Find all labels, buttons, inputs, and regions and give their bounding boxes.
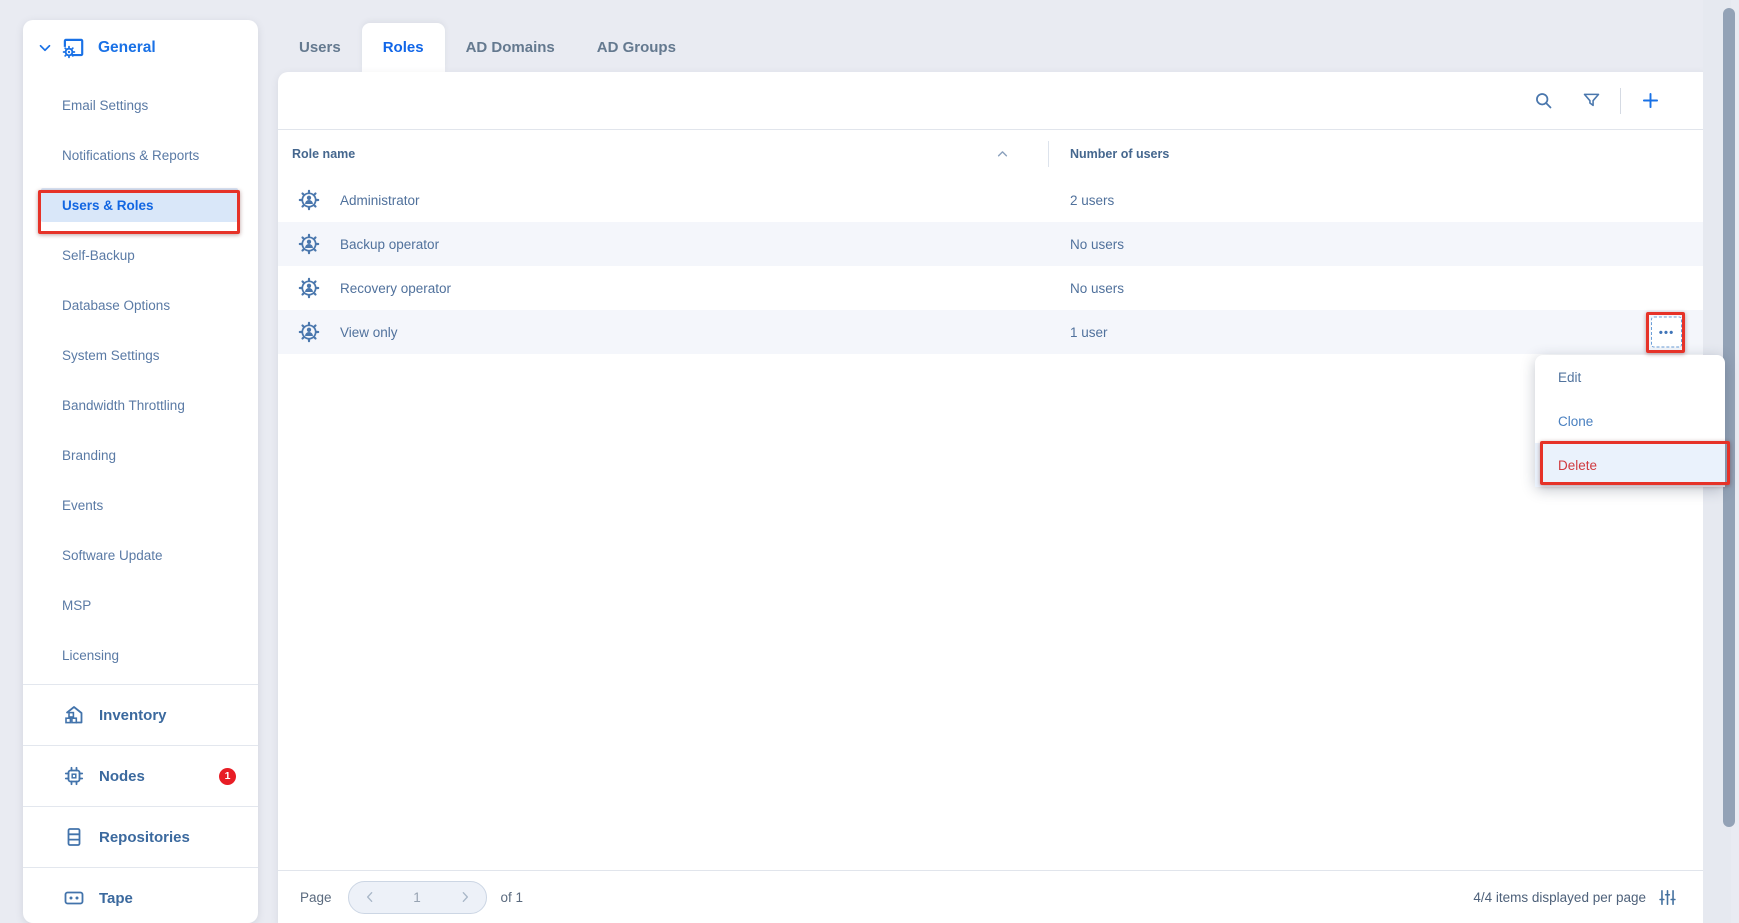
general-gear-window-icon bbox=[60, 35, 86, 61]
sidebar-item-software-update[interactable]: Software Update bbox=[23, 530, 258, 580]
sidebar-item-bandwidth-throttling[interactable]: Bandwidth Throttling bbox=[23, 380, 258, 430]
sort-ascending-icon[interactable] bbox=[994, 146, 1011, 163]
menu-item-delete[interactable]: Delete bbox=[1535, 443, 1725, 487]
sidebar-general-items: Email Settings Notifications & Reports U… bbox=[23, 66, 258, 680]
items-per-page-button[interactable] bbox=[1652, 882, 1682, 912]
menu-item-edit[interactable]: Edit bbox=[1535, 355, 1725, 399]
sidebar-item-system-settings[interactable]: System Settings bbox=[23, 330, 258, 380]
table-row-view-only[interactable]: View only 1 user ••• bbox=[278, 310, 1712, 354]
row-actions-context-menu: Edit Clone Delete bbox=[1535, 355, 1725, 487]
tab-roles[interactable]: Roles bbox=[362, 23, 445, 72]
sidebar-section-inventory[interactable]: Inventory bbox=[23, 684, 258, 745]
sidebar-item-self-backup[interactable]: Self-Backup bbox=[23, 230, 258, 280]
role-icon bbox=[298, 321, 320, 343]
nodes-alert-badge: 1 bbox=[219, 768, 236, 785]
sidebar-section-tape[interactable]: Tape bbox=[23, 867, 258, 923]
table-header: Role name Number of users bbox=[278, 130, 1712, 178]
sidebar-section-repositories[interactable]: Repositories bbox=[23, 806, 258, 867]
sidebar-group-label: General bbox=[98, 39, 156, 57]
sidebar-item-users-roles[interactable]: Users & Roles bbox=[41, 188, 238, 222]
page-total-label: of 1 bbox=[501, 890, 524, 905]
sliders-icon bbox=[1658, 888, 1677, 907]
sidebar-item-events[interactable]: Events bbox=[23, 480, 258, 530]
ellipsis-icon: ••• bbox=[1659, 325, 1675, 339]
role-icon bbox=[298, 189, 320, 211]
row-actions-button[interactable]: ••• bbox=[1651, 317, 1682, 348]
current-page-value[interactable]: 1 bbox=[391, 890, 444, 905]
sidebar-item-notifications-reports[interactable]: Notifications & Reports bbox=[23, 130, 258, 180]
tab-users[interactable]: Users bbox=[278, 23, 362, 72]
role-icon bbox=[298, 233, 320, 255]
pagination-bar: Page 1 of 1 4/4 items displayed per page bbox=[278, 870, 1712, 923]
column-divider bbox=[1048, 141, 1049, 167]
sidebar-section-nodes[interactable]: Nodes 1 bbox=[23, 745, 258, 806]
roles-panel: Role name Number of users Administrator … bbox=[278, 72, 1712, 923]
page-selector: 1 bbox=[348, 881, 487, 914]
chevron-left-icon bbox=[362, 889, 378, 905]
tab-bar: Users Roles AD Domains AD Groups bbox=[278, 23, 697, 72]
roles-toolbar bbox=[278, 72, 1712, 130]
search-button[interactable] bbox=[1526, 84, 1560, 118]
next-page-button[interactable] bbox=[444, 882, 486, 913]
tab-ad-groups[interactable]: AD Groups bbox=[576, 23, 697, 72]
items-summary-label: 4/4 items displayed per page bbox=[1473, 890, 1646, 905]
inventory-icon bbox=[62, 703, 86, 727]
menu-item-clone[interactable]: Clone bbox=[1535, 399, 1725, 443]
roles-table-body: Administrator 2 users Backup operator No… bbox=[278, 178, 1712, 354]
sidebar-item-msp[interactable]: MSP bbox=[23, 580, 258, 630]
page-label: Page bbox=[300, 890, 332, 905]
filter-button[interactable] bbox=[1574, 84, 1608, 118]
chevron-right-icon bbox=[457, 889, 473, 905]
role-icon bbox=[298, 277, 320, 299]
toolbar-divider bbox=[1620, 88, 1621, 114]
sidebar-item-branding[interactable]: Branding bbox=[23, 430, 258, 480]
sidebar-sections: Inventory Nodes 1 Repositories Tape bbox=[23, 684, 258, 923]
sidebar-item-email-settings[interactable]: Email Settings bbox=[23, 80, 258, 130]
column-header-number-of-users[interactable]: Number of users bbox=[1070, 147, 1169, 161]
search-icon bbox=[1533, 90, 1554, 111]
pagination-summary: 4/4 items displayed per page bbox=[1473, 882, 1682, 912]
tape-icon bbox=[62, 886, 86, 910]
app-screen: General Email Settings Notifications & R… bbox=[0, 0, 1739, 923]
previous-page-button[interactable] bbox=[349, 882, 391, 913]
table-row-backup-operator[interactable]: Backup operator No users bbox=[278, 222, 1712, 266]
sidebar: General Email Settings Notifications & R… bbox=[23, 20, 258, 923]
sidebar-item-database-options[interactable]: Database Options bbox=[23, 280, 258, 330]
chevron-down-icon bbox=[36, 39, 54, 57]
add-role-button[interactable] bbox=[1633, 84, 1667, 118]
tab-ad-domains[interactable]: AD Domains bbox=[445, 23, 576, 72]
repositories-icon bbox=[62, 825, 86, 849]
add-icon bbox=[1640, 90, 1661, 111]
sidebar-item-licensing[interactable]: Licensing bbox=[23, 630, 258, 680]
table-row-administrator[interactable]: Administrator 2 users bbox=[278, 178, 1712, 222]
column-header-role-name[interactable]: Role name bbox=[292, 147, 355, 161]
filter-icon bbox=[1581, 90, 1602, 111]
table-row-recovery-operator[interactable]: Recovery operator No users bbox=[278, 266, 1712, 310]
nodes-icon bbox=[62, 764, 86, 788]
sidebar-group-general[interactable]: General bbox=[23, 20, 258, 66]
